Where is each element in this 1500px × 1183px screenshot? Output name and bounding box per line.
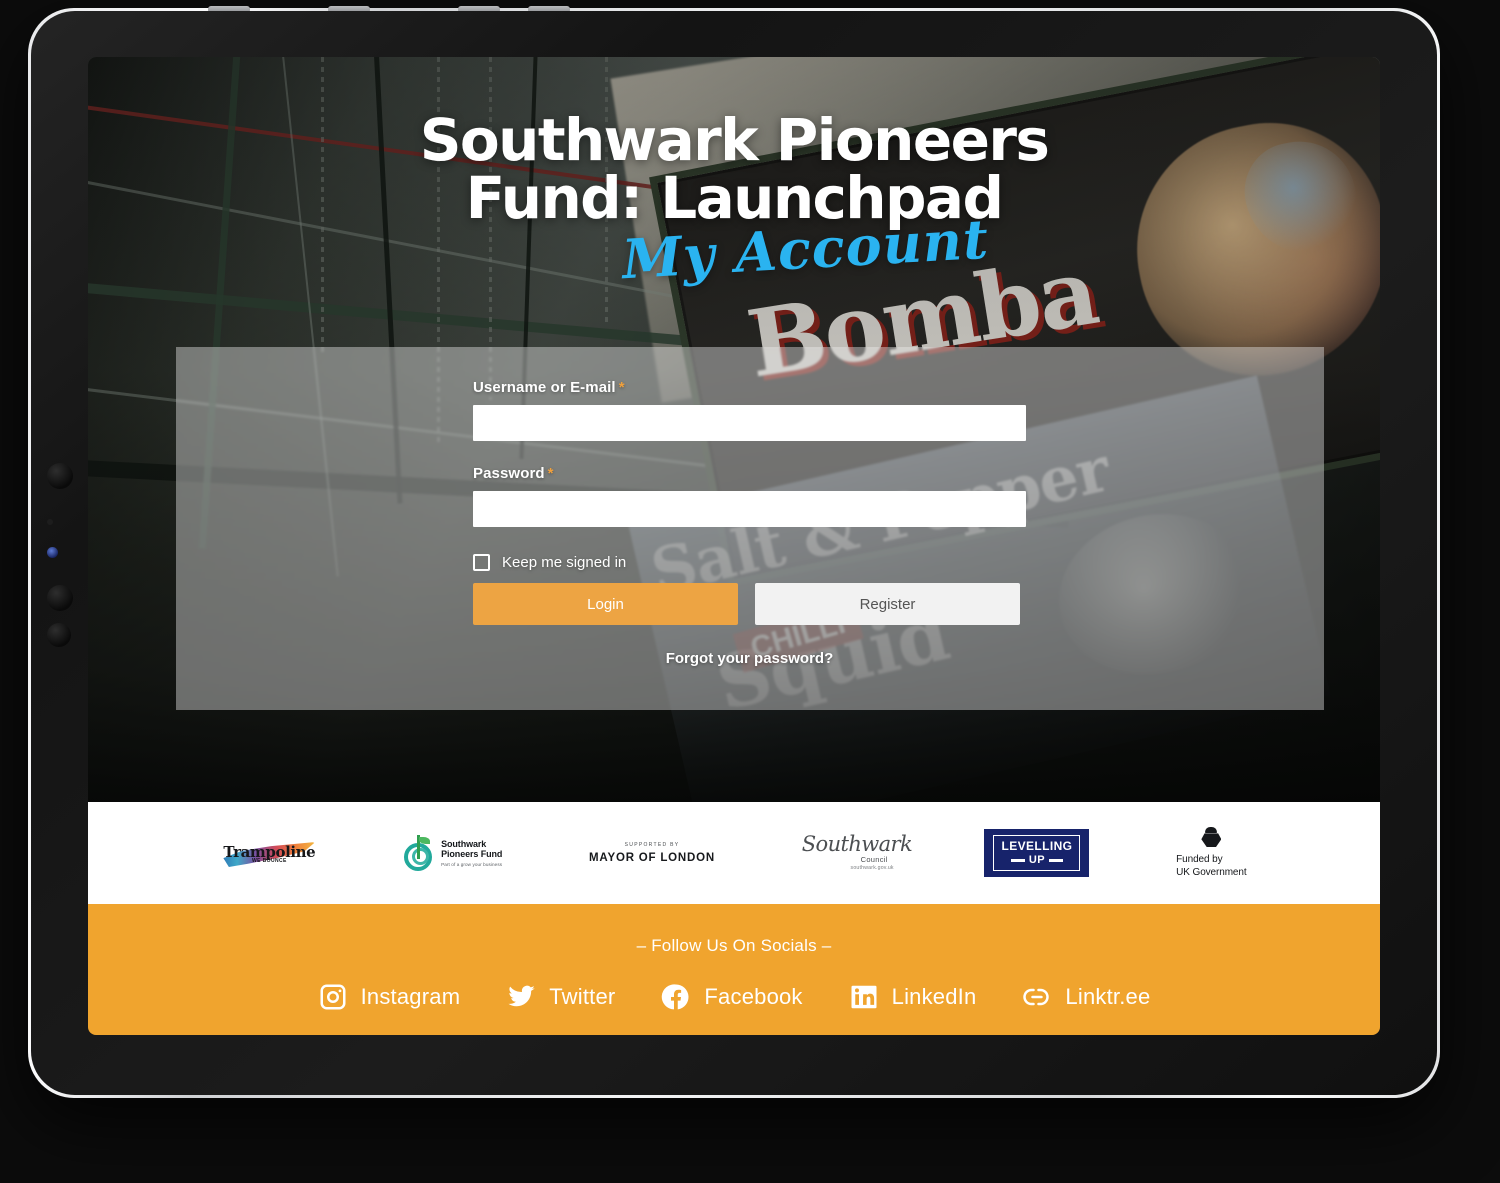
partner-logo-levelling-up: LEVELLING UP [984,825,1090,881]
spf-line1: Southwark [441,839,487,850]
login-form: Username or E-mail * Password * Keep me si… [473,379,1026,667]
page-title: Southwark Pioneers Fund: Launchpad My Ac… [88,111,1380,291]
password-input[interactable] [473,491,1026,527]
hero-title-line2: Fund: Launchpad [465,164,1004,232]
password-label-text: Password [473,465,545,482]
username-label-text: Username or E-mail [473,379,616,396]
keep-signed-in-row[interactable]: Keep me signed in [473,554,1026,571]
login-card: Username or E-mail * Password * Keep me si… [176,347,1324,710]
levelling-up-line2: UP [1028,854,1045,866]
social-footer: – Follow Us On Socials – Instagram Twitt… [88,904,1380,1035]
social-label-instagram: Instagram [360,984,461,1009]
register-button[interactable]: Register [755,583,1020,625]
linktree-icon [1022,982,1052,1012]
tablet-bezel: Bomba Salt & Pepper Squid CHILLI Southwa… [31,11,1437,1095]
ukgov-line1: Funded by [1176,854,1223,866]
keep-signed-in-checkbox[interactable] [473,554,490,571]
council-url: southwark.gov.uk [850,865,894,871]
council-script-wordmark: Southwark [801,832,913,856]
twitter-icon [506,982,536,1012]
ukgov-line2: UK Government [1176,866,1247,878]
social-label-twitter: Twitter [549,984,616,1009]
mayor-wordmark: MAYOR OF LONDON [589,852,715,864]
social-label-facebook: Facebook [704,984,803,1009]
required-marker: * [547,465,554,482]
tertiary-camera-icon [47,623,71,647]
mayor-supported-by: SUPPORTED BY [624,842,680,848]
partner-logo-trampoline: Trampoline WE BOUNCE [221,825,317,881]
secondary-camera-icon [47,585,73,611]
partner-logo-uk-government: Funded by UK Government [1176,825,1247,881]
hero-title-line1: Southwark Pioneers [419,106,1050,174]
tablet-device: Bomba Salt & Pepper Squid CHILLI Southwa… [28,6,1440,1098]
spf-line3: Part of a grow your business [441,861,503,867]
field-spacer [473,441,1026,465]
username-input[interactable] [473,405,1026,441]
partner-logo-southwark-pioneers-fund: Southwark Pioneers Fund Part of a grow y… [404,825,502,881]
tablet-screen: Bomba Salt & Pepper Squid CHILLI Southwa… [88,57,1380,1035]
social-links-row: Instagram Twitter Facebook LinkedIn Link… [88,982,1380,1012]
instagram-icon [318,982,348,1012]
levelling-up-line1: LEVELLING [1001,839,1073,853]
social-link-linkedin[interactable]: LinkedIn [849,982,977,1012]
social-link-facebook[interactable]: Facebook [661,982,802,1012]
levelling-rule-icon [1010,859,1025,862]
social-link-linktree[interactable]: Linktr.ee [1022,982,1150,1012]
social-label-linktree: Linktr.ee [1065,984,1151,1009]
front-camera-icon [47,463,73,489]
required-marker: * [618,379,625,396]
linkedin-icon [849,982,879,1012]
keep-signed-in-label: Keep me signed in [502,554,627,571]
social-heading: – Follow Us On Socials – [636,936,832,955]
royal-crest-icon [1198,827,1224,849]
password-label: Password * [473,465,1026,482]
hero-section: Bomba Salt & Pepper Squid CHILLI Southwa… [88,57,1380,802]
status-led-icon [47,547,58,558]
spf-mark-icon [404,835,434,871]
username-label: Username or E-mail * [473,379,1026,396]
council-label: Council [860,855,888,864]
social-link-twitter[interactable]: Twitter [506,982,615,1012]
hero-title: Southwark Pioneers Fund: Launchpad [88,111,1380,227]
levelling-rule-icon [1048,859,1063,862]
social-link-instagram[interactable]: Instagram [318,982,461,1012]
login-button-row: Login Register [473,583,1026,625]
partner-logo-southwark-council: Southwark Council southwark.gov.uk [801,825,913,881]
trampoline-tagline: WE BOUNCE [252,858,287,864]
social-label-linkedin: LinkedIn [891,984,977,1009]
forgot-password-link[interactable]: Forgot your password? [473,650,1026,667]
login-button[interactable]: Login [473,583,738,625]
partner-logo-strip: Trampoline WE BOUNCE Southwark Pioneers … [88,802,1380,904]
spf-line2: Pioneers Fund [441,849,503,860]
facebook-icon [661,982,691,1012]
ambient-sensor-icon [47,519,53,525]
partner-logo-mayor-of-london: SUPPORTED BY MAYOR OF LONDON [589,825,715,881]
